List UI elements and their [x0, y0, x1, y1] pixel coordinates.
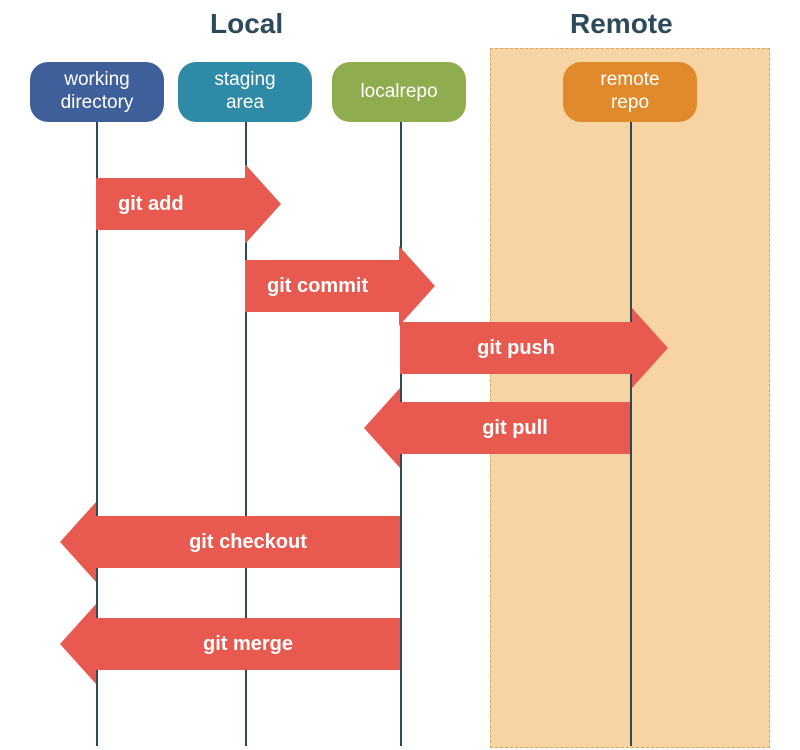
section-header-remote: Remote — [570, 8, 673, 40]
column-label: localrepo — [360, 81, 437, 104]
column-label: remote — [600, 69, 659, 92]
arrow-git-pull: git pull — [364, 402, 630, 454]
column-label: area — [226, 92, 264, 115]
arrow-label: git commit — [245, 260, 399, 312]
column-label: repo — [611, 92, 649, 115]
column-working-directory: working directory — [30, 62, 164, 122]
arrow-head-right-icon — [245, 164, 281, 244]
arrow-git-merge: git merge — [60, 618, 400, 670]
lifeline-remote-repo — [630, 110, 632, 746]
column-label: staging — [214, 69, 275, 92]
arrow-git-add: git add — [96, 178, 281, 230]
section-header-local: Local — [210, 8, 283, 40]
arrow-git-commit: git commit — [245, 260, 435, 312]
arrow-label: git pull — [400, 402, 630, 454]
arrow-head-left-icon — [60, 502, 96, 582]
column-label: directory — [61, 92, 134, 115]
arrow-label: git add — [96, 178, 245, 230]
column-local-repo: localrepo — [332, 62, 466, 122]
column-label: working — [64, 69, 129, 92]
arrow-git-push: git push — [400, 322, 668, 374]
arrow-label: git checkout — [96, 516, 400, 568]
column-staging-area: staging area — [178, 62, 312, 122]
arrow-head-left-icon — [364, 388, 400, 468]
arrow-head-right-icon — [632, 308, 668, 388]
arrow-head-left-icon — [60, 604, 96, 684]
arrow-label: git push — [400, 322, 632, 374]
arrow-label: git merge — [96, 618, 400, 670]
arrow-git-checkout: git checkout — [60, 516, 400, 568]
arrow-head-right-icon — [399, 246, 435, 326]
column-remote-repo: remote repo — [563, 62, 697, 122]
